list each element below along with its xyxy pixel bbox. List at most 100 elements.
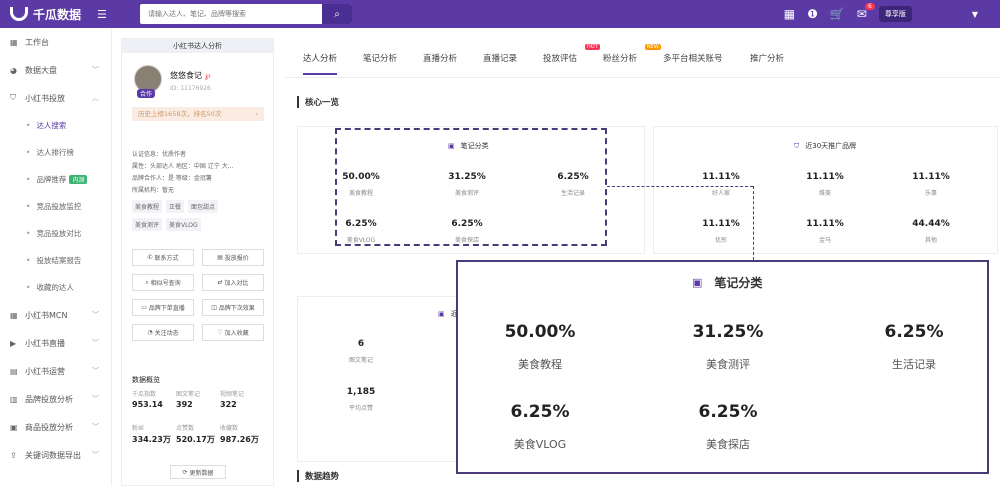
cart-icon[interactable]: 🛒 xyxy=(830,7,845,21)
sidebar-item-xhs-ads[interactable]: ⛉ 小红书投放 ︿ xyxy=(0,84,111,112)
profile-id: ID: 11176926 xyxy=(170,85,211,92)
stat-label: 粉丝 xyxy=(132,425,145,432)
sidebar-sub-kol-search[interactable]: • 达人搜索 xyxy=(0,112,111,139)
button-label: 品牌下次效果 xyxy=(218,305,255,312)
item-label: 美食VLOG xyxy=(513,438,567,451)
button-label: 联系方式 xyxy=(154,255,179,262)
tab-live-analysis[interactable]: 直播分析 xyxy=(423,52,457,64)
compare-button[interactable]: ⇄ 加入对比 xyxy=(202,274,264,291)
chart-icon: ▥ xyxy=(10,394,18,404)
tab-promotion-analysis[interactable]: 推广分析 xyxy=(750,52,784,64)
search-input[interactable] xyxy=(140,4,322,24)
search-icon: ⌕ xyxy=(334,8,340,20)
grid-icon: ▦ xyxy=(10,310,18,320)
item-value: 11.11% xyxy=(702,172,740,182)
item-label: 平均点赞 xyxy=(348,405,373,412)
item-label: 美食探店 xyxy=(706,438,750,451)
stat-value: 392 xyxy=(176,400,193,409)
note-icon: ▣ xyxy=(692,276,703,289)
brand-item: 44.44% 其他 xyxy=(886,219,976,244)
stat-item: 千瓜指数 953.14 xyxy=(132,389,176,409)
sidebar-item-product-analysis[interactable]: ▣ 商品投放分析 ﹀ xyxy=(0,413,111,441)
help-icon[interactable]: ❶ xyxy=(807,7,818,21)
content-tag[interactable]: 美食测评 xyxy=(132,218,163,231)
zoomed-note-category: ▣ 笔记分类 50.00% 美食教程 31.25% 美食测评 6.25% 生活记录 6.… xyxy=(456,260,989,474)
history-banner[interactable]: 历史上榜1658次，排名50次 › xyxy=(132,107,264,121)
item-label: 美食教程 xyxy=(518,358,562,371)
sidebar-item-dashboard[interactable]: ◕ 数据大盘 ﹀ xyxy=(0,56,111,84)
refresh-icon: ⟳ xyxy=(182,468,190,476)
stat-label: 千瓜指数 xyxy=(132,391,157,398)
profile-panel: 小红书达人分析 合作 悠悠食记 ℘ ID: 11176926 历史上榜1658次，… xyxy=(121,38,274,486)
zoom-title: ▣ 笔记分类 xyxy=(692,274,762,291)
tab-live-record[interactable]: 直播记录 xyxy=(483,52,517,64)
sidebar-sub-report[interactable]: • 投放结案报告 xyxy=(0,247,111,274)
top-right-tools: ▦ ❶ 🛒 ✉ 6 尊享版 ▼ xyxy=(784,0,1000,28)
button-label: 加入收藏 xyxy=(224,330,249,337)
zoom-item: 6.25% 美食探店 xyxy=(658,402,798,452)
app-name: 千瓜数据 xyxy=(33,7,82,22)
sidebar-sub-label: 投放结案报告 xyxy=(36,256,82,265)
item-value: 6.25% xyxy=(698,402,758,422)
apps-grid-icon[interactable]: ▦ xyxy=(784,7,795,21)
sidebar-sub-favorites[interactable]: • 收藏的达人 xyxy=(0,274,111,301)
sidebar-sub-brand-recommend[interactable]: • 品牌推荐 内测 xyxy=(0,166,111,193)
sidebar-item-ops[interactable]: ▤ 小红书运营 ﹀ xyxy=(0,357,111,385)
content-tag[interactable]: 美食教程 xyxy=(132,200,163,213)
contact-button[interactable]: ✆ 联系方式 xyxy=(132,249,194,266)
sidebar-item-mcn[interactable]: ▦ 小红书MCN ﹀ xyxy=(0,301,111,329)
content-tag[interactable]: 美食VLOG xyxy=(166,218,201,231)
sidebar-item-live[interactable]: ▶ 小红书直播 ﹀ xyxy=(0,329,111,357)
tab-kol-analysis[interactable]: 达人分析 xyxy=(303,52,338,75)
chevron-down-icon: ﹀ xyxy=(92,66,99,74)
sidebar-item-label: 工作台 xyxy=(25,37,49,47)
compare-icon: ⇄ xyxy=(217,279,225,286)
info-org: 所属机构：暂无 xyxy=(132,187,175,194)
follow-button[interactable]: ◔ 关注动态 xyxy=(132,324,194,341)
sidebar-item-keyword-export[interactable]: ⇪ 关键词数据导出 ﹀ xyxy=(0,441,111,469)
item-label: 美食测评 xyxy=(706,358,750,371)
sidebar-sub-competitor-compare[interactable]: • 竞品投放对比 xyxy=(0,220,111,247)
edition-badge[interactable]: 尊享版 xyxy=(878,6,912,22)
item-value: 50.00% xyxy=(504,322,576,342)
sidebar-item-brand-analysis[interactable]: ▥ 品牌投放分析 ﹀ xyxy=(0,385,111,413)
refresh-data-button[interactable]: ⟳ 更新数据 xyxy=(170,465,226,479)
menu-toggle-icon[interactable]: ☰ xyxy=(97,8,107,21)
tab-note-analysis[interactable]: 笔记分析 xyxy=(363,52,397,64)
stat-item: 图文笔记 392 xyxy=(176,389,220,409)
sidebar-sub-kol-ranking[interactable]: • 达人排行榜 xyxy=(0,139,111,166)
logo[interactable]: 千瓜数据 xyxy=(10,6,81,23)
bullet-icon: • xyxy=(26,256,31,265)
tab-bar: 达人分析 笔记分析 直播分析 直播记录 投放评估 HOT 粉丝分析 NEW 多平… xyxy=(285,38,1000,78)
account-dropdown-icon[interactable]: ▼ xyxy=(972,10,978,19)
brand-live-button[interactable]: ▭ 品牌下单直播 xyxy=(132,299,194,316)
item-value: 44.44% xyxy=(912,219,950,229)
bullet-icon: • xyxy=(26,202,31,211)
grid-icon: ▦ xyxy=(10,37,18,47)
favorite-button[interactable]: ♡ 加入收藏 xyxy=(202,324,264,341)
tab-fans-analysis[interactable]: 粉丝分析 xyxy=(603,52,637,64)
bullet-icon: • xyxy=(26,175,31,184)
item-value: 11.11% xyxy=(806,219,844,229)
zoom-item: 31.25% 美食测评 xyxy=(658,322,798,372)
content-tag[interactable]: 面包甜点 xyxy=(188,200,219,213)
button-label: 品牌下单直播 xyxy=(148,305,185,312)
tag-row: 美食教程 正餐 面包甜点 xyxy=(132,200,219,213)
tab-ad-evaluation[interactable]: 投放评估 xyxy=(543,52,577,64)
search-button[interactable]: ⌕ xyxy=(322,4,352,24)
sidebar-item-workbench[interactable]: ▦ 工作台 xyxy=(0,28,111,56)
brand-effect-button[interactable]: ◫ 品牌下次效果 xyxy=(202,299,264,316)
mail-icon[interactable]: ✉ 6 xyxy=(857,3,875,21)
bullet-icon: • xyxy=(26,229,31,238)
sidebar-item-label: 小红书运营 xyxy=(25,366,65,376)
item-value: 11.11% xyxy=(912,172,950,182)
sidebar-sub-label: 竞品投放对比 xyxy=(36,229,82,238)
sidebar-item-label: 小红书投放 xyxy=(25,93,65,103)
quote-button[interactable]: ▤ 投放报价 xyxy=(202,249,264,266)
sidebar-sub-competitor-monitor[interactable]: • 竞品投放监控 xyxy=(0,193,111,220)
content-tag[interactable]: 正餐 xyxy=(166,200,185,213)
tab-multi-platform[interactable]: 多平台相关账号 xyxy=(663,52,723,64)
stat-value: 520.17万 xyxy=(176,435,215,444)
stat-item: 收藏数 987.26万 xyxy=(220,423,264,445)
similar-search-button[interactable]: ⌕ 相似号查询 xyxy=(132,274,194,291)
